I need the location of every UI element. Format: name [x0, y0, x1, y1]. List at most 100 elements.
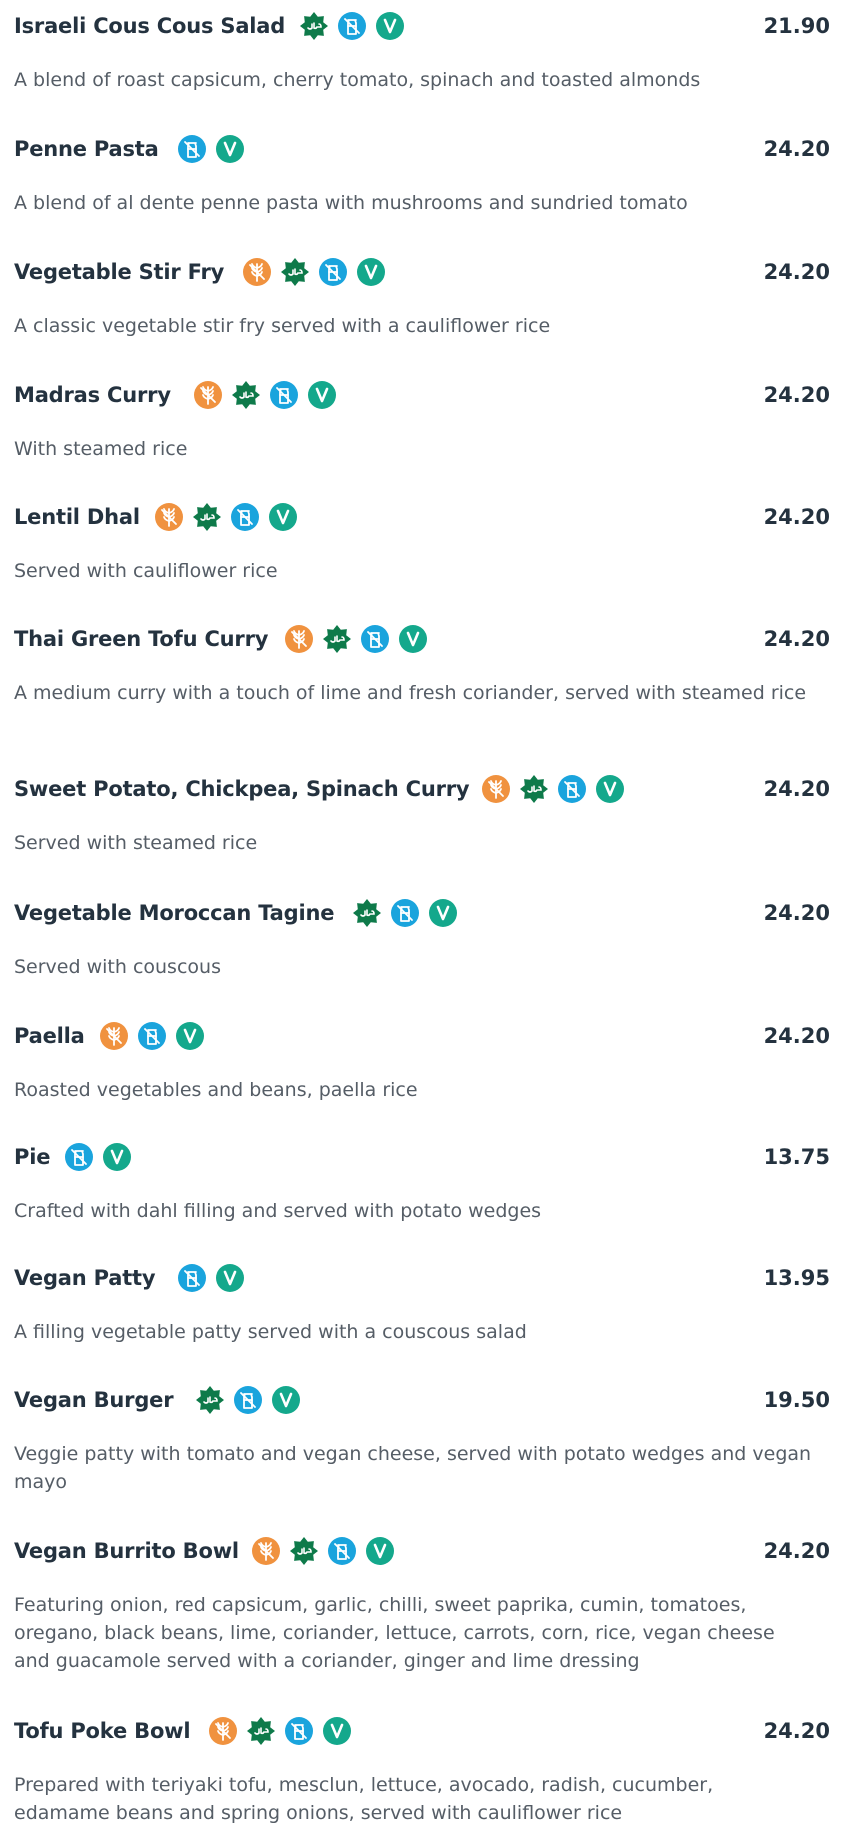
- menu-item-header: Penne Pasta 24.20: [14, 129, 830, 169]
- menu-item-header: Lentil Dhal 24.20: [14, 497, 830, 537]
- dairy-free-icon: [284, 1716, 314, 1746]
- gluten-free-icon: [242, 257, 272, 287]
- menu-item[interactable]: Thai Green Tofu Curry 24.20 A medium curry…: [14, 619, 830, 707]
- menu-item-title-row: Pie: [14, 1137, 132, 1177]
- dairy-free-icon: [64, 1142, 94, 1172]
- menu-item-title-row: Tofu Poke Bowl: [14, 1711, 352, 1751]
- menu-item-header: Sweet Potato, Chickpea, Spinach Curry 24.…: [14, 769, 830, 809]
- menu-item-name: Vegan Burger: [14, 1388, 174, 1412]
- vegan-icon: [375, 11, 405, 41]
- dietary-icons: [193, 380, 337, 410]
- menu-item-price: 24.20: [763, 1539, 830, 1563]
- menu-item-name: Israeli Cous Cous Salad: [14, 14, 286, 38]
- menu-item-description: Served with couscous: [14, 956, 221, 978]
- menu-item-name: Penne Pasta: [14, 137, 159, 161]
- gluten-free-icon: [99, 1021, 129, 1051]
- menu-item[interactable]: Tofu Poke Bowl 24.20 Prepared with teriyak…: [14, 1711, 830, 1827]
- menu-item-header: Vegan Burrito Bowl 24.20: [14, 1531, 830, 1571]
- menu-item-header: Vegetable Stir Fry 24.20: [14, 252, 830, 292]
- vegan-icon: [595, 774, 625, 804]
- halal-icon: [352, 898, 382, 928]
- menu-item-price: 24.20: [763, 137, 830, 161]
- menu-item-description: A medium curry with a touch of lime and …: [14, 682, 807, 704]
- halal-icon: [322, 624, 352, 654]
- menu-item-title-row: Lentil Dhal: [14, 497, 298, 537]
- menu-item-header: Israeli Cous Cous Salad 21.90: [14, 6, 830, 46]
- menu-item-title-row: Vegetable Stir Fry: [14, 252, 386, 292]
- menu-item-description: Roasted vegetables and beans, paella ric…: [14, 1079, 418, 1101]
- dietary-icons: [177, 134, 245, 164]
- gluten-free-icon: [481, 774, 511, 804]
- menu-item-name: Thai Green Tofu Curry: [14, 627, 269, 651]
- menu-item[interactable]: Israeli Cous Cous Salad 21.90 A blend of r…: [14, 6, 830, 94]
- menu-item-title-row: Vegan Burger: [14, 1380, 301, 1420]
- halal-icon: [519, 774, 549, 804]
- menu-item[interactable]: Lentil Dhal 24.20 Served with cauliflower …: [14, 497, 830, 585]
- menu-item[interactable]: Madras Curry 24.20 With steamed rice: [14, 375, 830, 463]
- vegan-icon: [322, 1716, 352, 1746]
- menu-item-price: 19.50: [763, 1388, 830, 1412]
- gluten-free-icon: [284, 624, 314, 654]
- dietary-icons: [481, 774, 625, 804]
- menu-item-price: 24.20: [763, 1719, 830, 1743]
- vegan-icon: [175, 1021, 205, 1051]
- menu-item-header: Tofu Poke Bowl 24.20: [14, 1711, 830, 1751]
- menu-item-header: Thai Green Tofu Curry 24.20: [14, 619, 830, 659]
- menu-item-price: 24.20: [763, 260, 830, 284]
- menu-item-description: A classic vegetable stir fry served with…: [14, 315, 551, 337]
- menu-item-name: Vegetable Stir Fry: [14, 260, 225, 284]
- halal-icon: [246, 1716, 276, 1746]
- menu-list: Israeli Cous Cous Salad 21.90 A blend of r…: [0, 0, 848, 1827]
- menu-item-price: 24.20: [763, 1024, 830, 1048]
- menu-item-description: With steamed rice: [14, 438, 188, 460]
- vegan-icon: [356, 257, 386, 287]
- halal-icon: [280, 257, 310, 287]
- menu-item-name: Lentil Dhal: [14, 505, 140, 529]
- menu-item-price: 13.75: [763, 1145, 830, 1169]
- dairy-free-icon: [230, 502, 260, 532]
- dairy-free-icon: [327, 1536, 357, 1566]
- dairy-free-icon: [318, 257, 348, 287]
- dairy-free-icon: [233, 1385, 263, 1415]
- halal-icon: [195, 1385, 225, 1415]
- menu-item[interactable]: Vegetable Stir Fry 24.20 A classic vegetab…: [14, 252, 830, 340]
- gluten-free-icon: [154, 502, 184, 532]
- menu-item-description: Veggie patty with tomato and vegan chees…: [14, 1443, 812, 1493]
- dietary-icons: [154, 502, 298, 532]
- vegan-icon: [215, 1263, 245, 1293]
- menu-item-name: Tofu Poke Bowl: [14, 1719, 191, 1743]
- gluten-free-icon: [208, 1716, 238, 1746]
- dietary-icons: [284, 624, 428, 654]
- menu-item-title-row: Vegan Patty: [14, 1258, 245, 1298]
- menu-item-title-row: Paella: [14, 1016, 205, 1056]
- menu-item-name: Paella: [14, 1024, 85, 1048]
- gluten-free-icon: [251, 1536, 281, 1566]
- menu-item-name: Vegan Patty: [14, 1266, 156, 1290]
- menu-item-header: Vegan Patty 13.95: [14, 1258, 830, 1298]
- menu-item-header: Vegan Burger 19.50: [14, 1380, 830, 1420]
- menu-item[interactable]: Vegan Burger 19.50 Veggie patty with tomat…: [14, 1380, 830, 1496]
- vegan-icon: [365, 1536, 395, 1566]
- vegan-icon: [215, 134, 245, 164]
- menu-item-name: Madras Curry: [14, 383, 171, 407]
- menu-item[interactable]: Pie 13.75 Crafted with dahl filling and se…: [14, 1137, 830, 1225]
- menu-item-name: Vegan Burrito Bowl: [14, 1539, 239, 1563]
- menu-item[interactable]: Vegan Patty 13.95 A filling vegetable patt…: [14, 1258, 830, 1346]
- menu-item-price: 21.90: [763, 14, 830, 38]
- menu-item-price: 24.20: [763, 505, 830, 529]
- dairy-free-icon: [269, 380, 299, 410]
- dietary-icons: [195, 1385, 301, 1415]
- menu-item-title-row: Israeli Cous Cous Salad: [14, 6, 405, 46]
- menu-item-header: Madras Curry 24.20: [14, 375, 830, 415]
- halal-icon: [192, 502, 222, 532]
- menu-item-price: 13.95: [763, 1266, 830, 1290]
- dairy-free-icon: [177, 134, 207, 164]
- menu-item[interactable]: Vegan Burrito Bowl 24.20 Featuring onion, …: [14, 1531, 830, 1675]
- menu-item[interactable]: Penne Pasta 24.20 A blend of al dente penn…: [14, 129, 830, 217]
- menu-item-price: 24.20: [763, 627, 830, 651]
- menu-item[interactable]: Paella 24.20 Roasted vegetables and beans,…: [14, 1016, 830, 1104]
- vegan-icon: [271, 1385, 301, 1415]
- menu-item[interactable]: Sweet Potato, Chickpea, Spinach Curry 24.…: [14, 769, 830, 857]
- menu-item[interactable]: Vegetable Moroccan Tagine 24.20 Served wit…: [14, 893, 830, 981]
- menu-item-name: Vegetable Moroccan Tagine: [14, 901, 335, 925]
